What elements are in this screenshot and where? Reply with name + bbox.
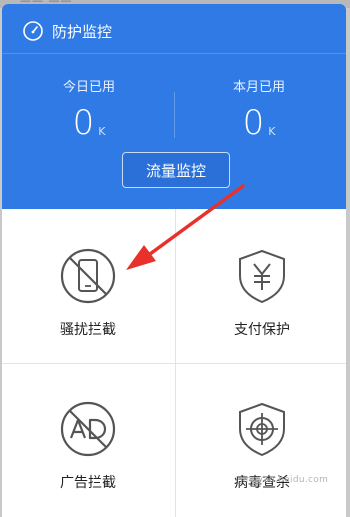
month-usage-unit: K [268, 125, 276, 138]
today-usage-unit: K [98, 125, 106, 138]
feature-ad-block-label: 广告拦截 [60, 475, 116, 491]
speedometer-icon [23, 21, 43, 41]
feature-virus-scan[interactable]: 病毒查杀 [176, 364, 346, 514]
title-row: 防护监控 [22, 19, 112, 43]
feature-ad-block[interactable]: 广告拦截 [2, 364, 174, 514]
stat-divider [174, 92, 175, 138]
watermark-text: jingyan.baidu.com [240, 475, 329, 485]
page-title: 防护监控 [52, 22, 113, 41]
month-usage-label: 本月已用 [232, 80, 285, 95]
yuan-shield-icon [239, 249, 285, 304]
traffic-monitor-button[interactable]: 流量监控 [122, 152, 230, 188]
month-usage: 本月已用 0 K [194, 76, 324, 141]
today-usage-value: 0 [72, 103, 95, 143]
feature-harassment-block[interactable]: 骚扰拦截 [2, 209, 174, 359]
today-usage-label: 今日已用 [62, 80, 115, 95]
feature-payment-protection[interactable]: 支付保护 [176, 209, 346, 359]
month-usage-value: 0 [242, 103, 265, 143]
no-ad-icon [60, 401, 116, 457]
today-usage: 今日已用 0 K [24, 76, 154, 141]
today-usage-value-row: 0 K [24, 101, 154, 141]
header-section: 防护监控 今日已用 0 K 本月已用 0 K 流量监控 [2, 4, 346, 209]
no-phone-icon [60, 248, 116, 304]
month-usage-value-row: 0 K [194, 101, 324, 141]
target-shield-icon [239, 402, 285, 457]
header-divider [2, 53, 346, 54]
feature-harassment-block-label: 骚扰拦截 [60, 322, 116, 338]
feature-payment-protection-label: 支付保护 [234, 322, 290, 338]
protection-panel: 防护监控 今日已用 0 K 本月已用 0 K 流量监控 骚扰拦截 支付保护 广告… [2, 4, 346, 517]
